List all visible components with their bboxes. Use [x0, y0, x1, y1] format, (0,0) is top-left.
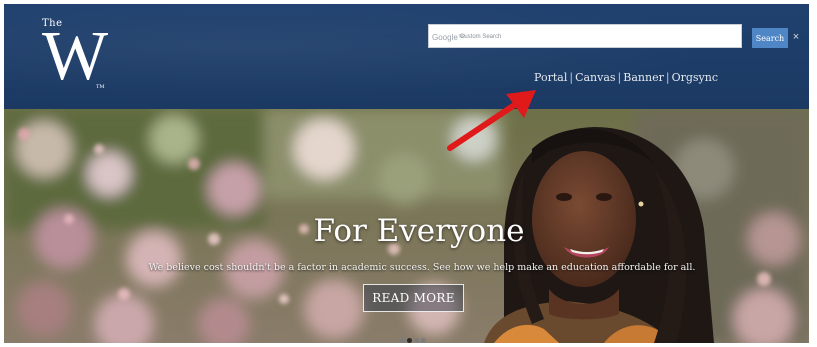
search-input[interactable] [428, 24, 742, 48]
carousel-dot-1[interactable] [400, 338, 405, 343]
link-separator: | [665, 71, 670, 84]
logo-w-letter: W [42, 18, 108, 95]
logo-trademark: TM [96, 84, 105, 90]
carousel-dot-4[interactable] [421, 338, 426, 343]
hero-subtitle: We believe cost shouldn't be a factor in… [148, 262, 696, 273]
canvas-link[interactable]: Canvas [575, 71, 615, 84]
orgsync-link[interactable]: Orgsync [672, 71, 718, 84]
search-button[interactable]: Search [752, 28, 788, 48]
portal-link[interactable]: Portal [534, 71, 567, 84]
hero-title: For Everyone [313, 213, 525, 249]
link-separator: | [617, 71, 622, 84]
close-icon[interactable]: × [791, 30, 801, 44]
red-arrow-icon [447, 90, 536, 151]
carousel-indicators [400, 338, 426, 343]
banner-link[interactable]: Banner [623, 71, 664, 84]
read-more-button[interactable]: READ MORE [363, 284, 464, 312]
hero-carousel: For Everyone We believe cost shouldn't b… [4, 109, 809, 343]
university-logo[interactable]: The W TM [42, 18, 112, 94]
carousel-dot-3[interactable] [414, 338, 419, 343]
link-separator: | [569, 71, 574, 84]
quick-links-nav: Portal | Canvas | Banner | Orgsync [534, 71, 718, 84]
carousel-dot-2[interactable] [407, 338, 412, 343]
site-header: The W TM Google™ Custom Search Search × … [4, 4, 809, 109]
browser-viewport: The W TM Google™ Custom Search Search × … [4, 4, 809, 343]
